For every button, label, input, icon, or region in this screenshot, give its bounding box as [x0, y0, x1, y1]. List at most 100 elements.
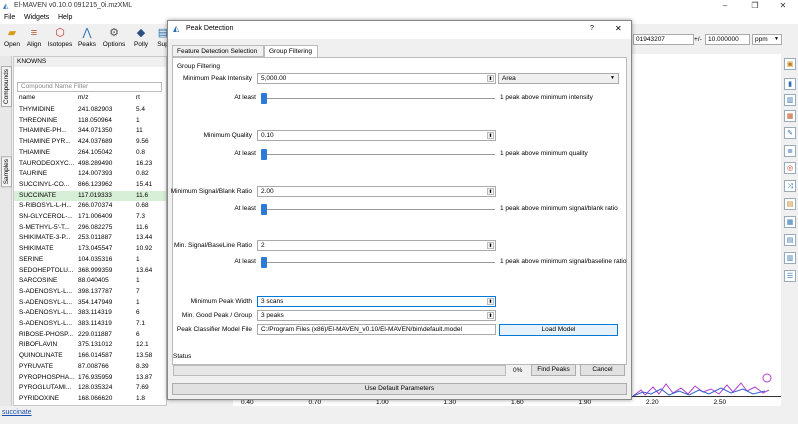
chart-icon[interactable]: ▦	[784, 110, 796, 122]
signal-blank-slider[interactable]	[261, 204, 495, 215]
intensity-type-select[interactable]: Area ▼	[498, 73, 619, 84]
slider-handle[interactable]	[261, 257, 267, 268]
options-button[interactable]: ⚙ Options	[101, 26, 127, 52]
compound-row[interactable]: S-ADENOSYL-L... 398.137787 7	[14, 287, 166, 298]
cancel-button[interactable]: Cancel	[580, 364, 625, 376]
min-quality-field[interactable]: 0.10 ⬍	[257, 130, 496, 141]
restore-icon[interactable]: ❐	[740, 0, 770, 12]
close-icon[interactable]: ✕	[768, 0, 798, 12]
compound-row[interactable]: PYROPHOSPHA... 176.935959 13.87	[14, 373, 166, 384]
compound-filter-input[interactable]: Compound Name Filter	[17, 82, 162, 92]
x-tick-label: 1.60	[511, 399, 524, 406]
menu-widgets[interactable]: Widgets	[24, 14, 49, 21]
cell-name: TAURINE	[19, 170, 48, 178]
compound-row[interactable]: SN-GLYCEROL-... 171.006409 7.3	[14, 212, 166, 223]
spin-arrows-icon[interactable]: ⬍	[487, 298, 494, 305]
at-least-label: At least	[234, 150, 256, 157]
mz-input[interactable]: 01943207	[633, 34, 694, 45]
cell-mz: 253.011887	[78, 234, 112, 242]
peaks-button[interactable]: ⋀ Peaks	[76, 26, 98, 52]
polly-button[interactable]: ◆ Polly	[130, 26, 152, 52]
find-peaks-button[interactable]: Find Peaks	[531, 364, 576, 376]
grid-icon[interactable]: ▦	[784, 216, 796, 228]
compound-row[interactable]: SARCOSINE 88.040405 1	[14, 276, 166, 287]
histogram-icon[interactable]: ▥	[784, 252, 796, 264]
signal-blank-caption: 1 peak above minimum signal/blank ratio	[500, 205, 618, 212]
compound-row[interactable]: TAURODEOXYC... 498.289490 16.23	[14, 159, 166, 170]
compound-row[interactable]: THREONINE 118.050964 1	[14, 116, 166, 127]
spin-arrows-icon[interactable]: ⬍	[487, 75, 494, 82]
list-icon[interactable]: ☰	[784, 270, 796, 282]
compound-row[interactable]: S-ADENOSYL-L... 354.147949 1	[14, 298, 166, 309]
compound-row[interactable]: RIBOSE-PHOSP... 229.011887 6	[14, 330, 166, 341]
min-peak-width-field[interactable]: 3 scans ⬍	[257, 296, 496, 307]
min-signal-blank-field[interactable]: 2.00 ⬍	[257, 186, 496, 197]
help-button[interactable]: ?	[590, 25, 594, 32]
bar-chart-icon[interactable]: ▥	[784, 94, 796, 106]
compound-row[interactable]: THIAMINE 264.105042 0.8	[14, 148, 166, 159]
use-default-parameters-button[interactable]: Use Default Parameters	[172, 383, 627, 395]
table-icon[interactable]: ▤	[784, 234, 796, 246]
load-model-button[interactable]: Load Model	[499, 324, 618, 336]
slider-handle[interactable]	[261, 204, 267, 215]
compound-row[interactable]: QUINOLINATE 166.014587 13.58	[14, 351, 166, 362]
quality-slider[interactable]	[261, 149, 495, 160]
status-link[interactable]: succinate	[2, 409, 32, 416]
menu-help[interactable]: Help	[58, 14, 72, 21]
edit-icon[interactable]: ✎	[784, 127, 796, 139]
minimize-icon[interactable]: –	[710, 0, 740, 12]
note-icon[interactable]: ▤	[784, 198, 796, 210]
compound-row[interactable]: THIAMINE-PH... 344.071350 11	[14, 126, 166, 137]
tolerance-input[interactable]: 10.000000	[705, 34, 750, 45]
min-signal-baseline-field[interactable]: 2 ⬍	[257, 240, 496, 251]
tab-samples[interactable]: Samples	[1, 156, 12, 188]
stack-icon[interactable]: ≣	[784, 145, 796, 157]
tab-feature-detection[interactable]: Feature Detection Selection	[172, 45, 264, 57]
dialog-close-icon[interactable]: ✕	[615, 24, 622, 33]
compound-row[interactable]: S-METHYL-5'-T... 296.082275 11.6	[14, 223, 166, 234]
compound-row[interactable]: SHIKIMATE 173.045547 10.92	[14, 244, 166, 255]
slider-handle[interactable]	[261, 93, 267, 104]
compound-row[interactable]: PYRUVATE 87.008766 8.39	[14, 362, 166, 373]
shuffle-icon[interactable]: ⤨	[784, 180, 796, 192]
spin-arrows-icon[interactable]: ⬍	[487, 242, 494, 249]
lock-icon[interactable]: ▣	[784, 58, 796, 70]
spin-arrows-icon[interactable]: ⬍	[487, 312, 494, 319]
tab-compounds[interactable]: Compounds	[1, 66, 12, 108]
compound-row[interactable]: THYMIDINE 241.082903 5.4	[14, 105, 166, 116]
compound-row[interactable]: TAURINE 124.007393 0.82	[14, 169, 166, 180]
compound-row[interactable]: RIBOFLAVIN 375.131012 12.1	[14, 340, 166, 351]
spectrum-icon[interactable]: ▮	[784, 78, 796, 90]
open-button[interactable]: ▰ Open	[1, 26, 23, 52]
unit-select[interactable]: ppm ▼	[752, 34, 782, 45]
spin-arrows-icon[interactable]: ⬍	[487, 188, 494, 195]
intensity-slider[interactable]	[261, 93, 495, 104]
compound-row[interactable]: PYRIDOXINE 168.066620 1.8	[14, 394, 166, 405]
min-good-peak-field[interactable]: 3 peaks ⬍	[257, 310, 496, 321]
column-header-mz[interactable]: m/z	[78, 94, 88, 101]
compound-row[interactable]: SERINE 104.035316 1	[14, 255, 166, 266]
align-button[interactable]: ≡ Align	[23, 26, 45, 52]
compound-row[interactable]: SEDOHEPTOLU... 368.999359 13.64	[14, 266, 166, 277]
cell-mz: 87.008766	[78, 362, 109, 370]
column-header-rt[interactable]: rt	[136, 94, 140, 101]
slider-handle[interactable]	[261, 149, 267, 160]
isotopes-button[interactable]: ⬡ Isotopes	[47, 26, 73, 52]
compound-row[interactable]: SUCCINYL-CO... 866.123962 15.41	[14, 180, 166, 191]
compound-row[interactable]: SHIKIMATE-3-P... 253.011887 13.44	[14, 233, 166, 244]
compound-row[interactable]: S-ADENOSYL-L... 383.114319 7.1	[14, 319, 166, 330]
status-bar: succinate	[0, 406, 798, 424]
compound-row[interactable]: THIAMINE PYR... 424.037689 9.56	[14, 137, 166, 148]
classifier-path-field[interactable]: C:/Program Files (x86)/El-MAVEN_v0.10/El…	[257, 324, 496, 335]
min-peak-intensity-field[interactable]: 5,000.00 ⬍	[257, 73, 496, 84]
menu-file[interactable]: File	[4, 14, 15, 21]
compound-row[interactable]: SUCCINATE 117.019333 11.6	[14, 190, 166, 202]
spin-arrows-icon[interactable]: ⬍	[487, 132, 494, 139]
signal-baseline-slider[interactable]	[261, 257, 495, 268]
compound-row[interactable]: S-ADENOSYL-L... 383.114319 6	[14, 308, 166, 319]
compound-row[interactable]: S-RIBOSYL-L-H... 266.070374 0.68	[14, 201, 166, 212]
cell-mz: 398.137787	[78, 287, 113, 295]
column-header-name[interactable]: name	[19, 94, 35, 101]
compound-row[interactable]: PYROGLUTAMI... 128.035324 7.69	[14, 383, 166, 394]
target-icon[interactable]: ◎	[784, 162, 796, 174]
